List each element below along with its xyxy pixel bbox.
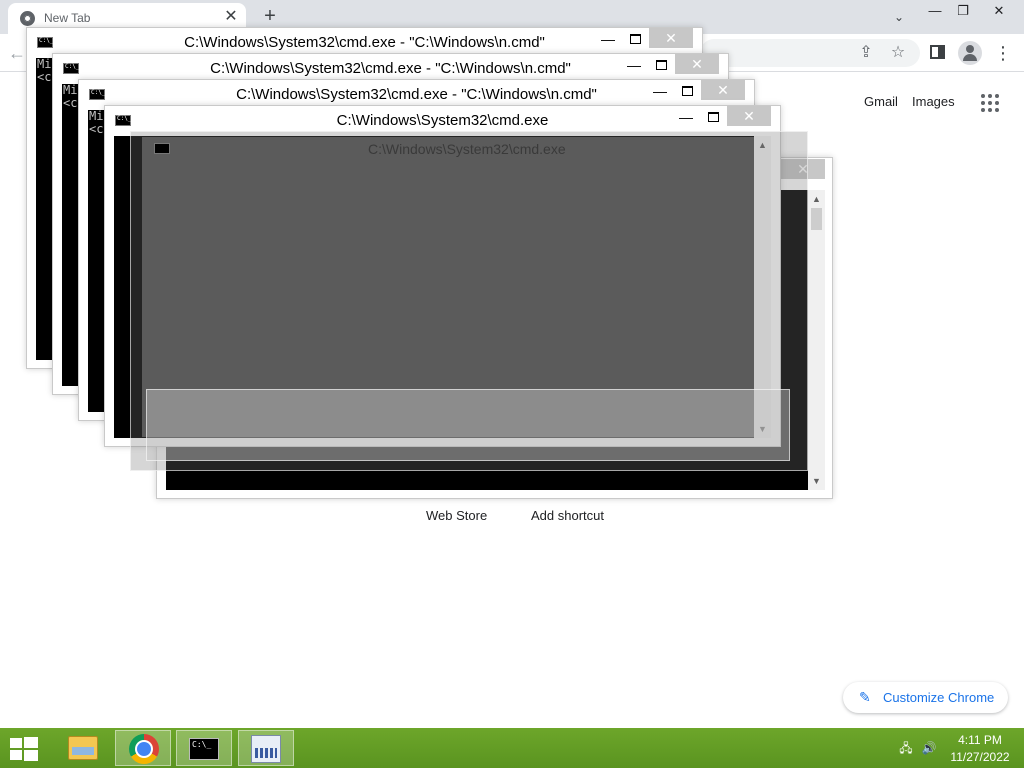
address-bar[interactable]	[700, 39, 920, 67]
profile-avatar-icon[interactable]	[958, 41, 982, 65]
maximize-button[interactable]	[702, 110, 724, 128]
customize-chrome-button[interactable]: ✎ Customize Chrome	[843, 682, 1008, 713]
minimize-button[interactable]: —	[597, 32, 619, 50]
close-icon[interactable]: ✕	[701, 80, 745, 100]
close-icon[interactable]: ✕	[727, 106, 771, 126]
cmd-icon	[189, 738, 219, 760]
restore-window-button[interactable]: ❐	[946, 0, 980, 22]
tab-search-button[interactable]: ⌄	[888, 6, 910, 28]
taskbar-chrome[interactable]	[115, 730, 171, 766]
close-icon[interactable]: ✕	[649, 28, 693, 48]
folder-icon	[68, 736, 98, 760]
chrome-favicon-icon	[20, 11, 35, 26]
taskbar-cmd[interactable]	[176, 730, 232, 766]
keyboard-icon	[251, 735, 281, 763]
minimize-button[interactable]: —	[623, 58, 645, 76]
tab-title: New Tab	[44, 11, 91, 25]
gmail-link[interactable]: Gmail	[864, 94, 898, 109]
volume-icon[interactable]: 🔊	[921, 740, 937, 756]
tab-close-icon[interactable]: ✕	[222, 8, 240, 26]
chrome-icon	[129, 734, 159, 764]
images-link[interactable]: Images	[912, 94, 955, 109]
shortcut-add-shortcut[interactable]: Add shortcut	[531, 508, 604, 523]
side-panel-icon[interactable]	[930, 45, 945, 59]
scroll-up-icon[interactable]: ▲	[808, 192, 825, 206]
share-icon[interactable]: ⇪	[856, 43, 876, 63]
minimize-button[interactable]: —	[675, 110, 697, 128]
start-button[interactable]	[10, 737, 38, 761]
google-apps-icon[interactable]	[981, 94, 999, 112]
ghost-window-bottom	[146, 389, 790, 461]
bookmark-star-icon[interactable]: ☆	[888, 43, 908, 63]
maximize-button[interactable]	[676, 84, 698, 102]
clock-time[interactable]: 4:11 PM	[940, 733, 1020, 747]
scroll-thumb[interactable]	[811, 208, 822, 230]
taskbar-file-explorer[interactable]	[54, 730, 110, 766]
close-window-button[interactable]: ✕	[982, 0, 1016, 22]
minimize-button[interactable]: —	[649, 84, 671, 102]
close-icon[interactable]: ✕	[675, 54, 719, 74]
new-tab-button[interactable]: +	[258, 5, 282, 29]
taskbar: 🖧 🔊 4:11 PM 11/27/2022	[0, 728, 1024, 768]
shortcut-web-store[interactable]: Web Store	[426, 508, 487, 523]
ghost-window-title: C:\Windows\System32\cmd.exe	[368, 141, 566, 157]
pencil-icon: ✎	[859, 689, 871, 705]
cmd-icon	[154, 143, 170, 154]
taskbar-onscreen-keyboard[interactable]	[238, 730, 294, 766]
maximize-button[interactable]	[624, 32, 646, 50]
chrome-menu-icon[interactable]: ⋮	[994, 43, 1012, 63]
clock-date[interactable]: 11/27/2022	[940, 750, 1020, 764]
network-icon[interactable]: 🖧	[898, 740, 914, 756]
customize-chrome-label: Customize Chrome	[883, 690, 995, 705]
maximize-button[interactable]	[650, 58, 672, 76]
scrollbar[interactable]: ▲ ▼	[808, 190, 825, 490]
scroll-down-icon[interactable]: ▼	[808, 474, 825, 488]
